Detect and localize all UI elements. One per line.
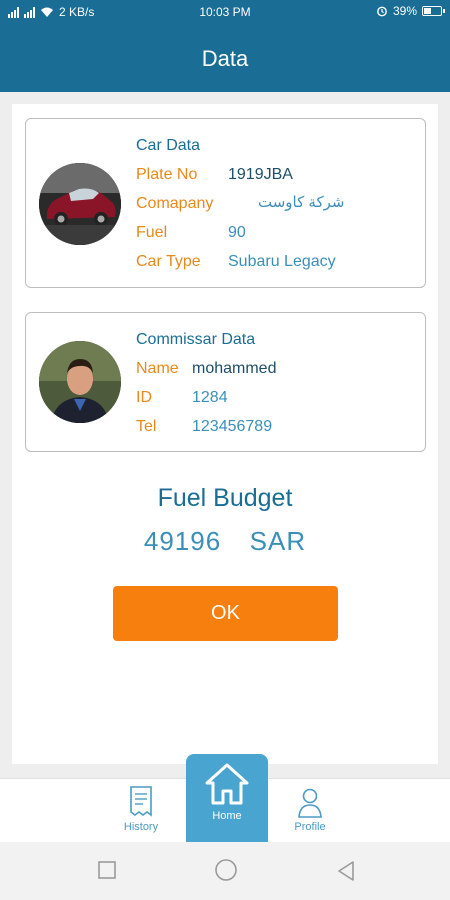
company-value: شركة كاوست [258, 194, 345, 211]
battery-fill [424, 8, 432, 14]
home-icon [205, 763, 249, 805]
plate-label: Plate No [136, 166, 198, 183]
triangle-back-icon[interactable] [336, 860, 356, 882]
status-right: 39% [376, 4, 445, 18]
nav-history[interactable]: History [101, 785, 181, 833]
nav-home-label: Home [212, 810, 242, 822]
nav-history-label: History [123, 821, 159, 833]
id-value: 1284 [192, 389, 228, 406]
profile-icon [298, 788, 322, 818]
status-bar: 2 KB/s 10:03 PM 39% [0, 0, 450, 26]
battery-percent: 39% [392, 4, 417, 18]
name-value: mohammed [192, 360, 277, 377]
plate-value: 1919JBA [228, 166, 293, 183]
nav-home[interactable]: Home [186, 754, 268, 842]
fuel-value: 90 [228, 224, 246, 241]
fuel-budget-value: 49196 SAR [143, 526, 307, 556]
battery-icon [422, 6, 445, 16]
fuel-label: Fuel [136, 224, 168, 241]
tel-value: 123456789 [192, 418, 273, 435]
name-label: Name [136, 360, 179, 377]
square-icon[interactable] [97, 860, 117, 880]
fuel-budget-title: Fuel Budget [157, 484, 293, 512]
system-nav-bar [0, 842, 450, 900]
receipt-icon [130, 786, 152, 817]
commissar-data-card: Commissar Data Name mohammed ID 1284 Tel… [25, 312, 426, 452]
nav-profile-label: Profile [294, 821, 326, 833]
nav-profile[interactable]: Profile [270, 785, 350, 833]
app-bar: Data [0, 26, 450, 92]
car-data-card: Car Data Plate No 1919JBA Comapany شركة … [25, 118, 426, 288]
car-photo [39, 163, 121, 245]
page-title: Data [201, 46, 249, 71]
car-data-heading: Car Data [136, 137, 201, 154]
company-label: Comapany [136, 195, 214, 212]
commissar-data-heading: Commissar Data [136, 331, 256, 348]
ok-button[interactable]: OK [113, 586, 338, 641]
person-photo [39, 341, 121, 423]
car-type-value: Subaru Legacy [228, 253, 336, 270]
alarm-icon [377, 6, 387, 17]
tel-label: Tel [136, 418, 157, 435]
car-type-label: Car Type [136, 253, 201, 270]
id-label: ID [136, 389, 152, 406]
circle-icon[interactable] [214, 858, 238, 882]
